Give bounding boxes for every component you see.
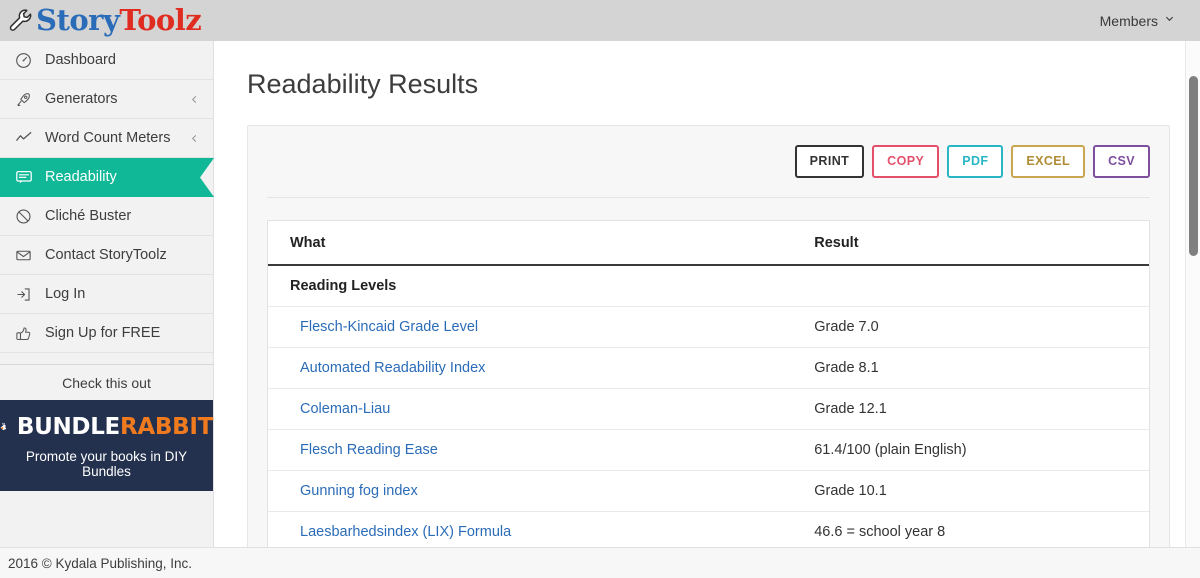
table-row[interactable]: Gunning fog index Grade 10.1 [268, 470, 1149, 512]
members-label: Members [1099, 12, 1158, 29]
metric-name: Coleman-Liau [268, 388, 815, 430]
metric-result: Grade 7.0 [814, 306, 1149, 348]
sidebar: Dashboard Generators Word Count Meters R… [0, 41, 214, 547]
metric-name: Flesch-Kincaid Grade Level [268, 306, 815, 348]
sidebar-item-label: Sign Up for FREE [45, 325, 161, 341]
sidebar-item-sign-up[interactable]: Sign Up for FREE [0, 314, 213, 353]
results-panel: PRINT COPY PDF EXCEL CSV What Result Rea… [247, 125, 1170, 547]
sidebar-item-generators[interactable]: Generators [0, 80, 213, 119]
sidebar-item-label: Cliché Buster [45, 208, 132, 224]
column-header-what: What [268, 220, 815, 266]
metric-link[interactable]: Laesbarhedsindex (LIX) Formula [300, 524, 511, 540]
section-result [814, 264, 1149, 307]
envelope-icon [14, 246, 33, 265]
logo-text-toolz: Toolz [119, 3, 202, 37]
page-title: Readability Results [247, 69, 479, 99]
readability-results-table: What Result Reading Levels Flesch-Kincai… [268, 220, 1149, 547]
metric-result: Grade 10.1 [814, 470, 1149, 512]
sidebar-item-dashboard[interactable]: Dashboard [0, 41, 213, 80]
excel-button[interactable]: EXCEL [1011, 145, 1086, 178]
footer: 2016 © Kydala Publishing, Inc. [0, 547, 1200, 578]
top-bar: StoryToolz Members [0, 0, 1200, 41]
metric-name: Flesch Reading Ease [268, 429, 815, 471]
sidebar-filler [0, 491, 213, 547]
chevron-left-icon [191, 95, 197, 103]
promo-brand: BUNDLERABBIT [0, 414, 213, 440]
metric-result: 61.4/100 (plain English) [814, 429, 1149, 471]
table-row[interactable]: Flesch-Kincaid Grade Level Grade 7.0 [268, 306, 1149, 348]
check-this-out-heading: Check this out [0, 365, 213, 400]
export-button-row: PRINT COPY PDF EXCEL CSV [267, 145, 1150, 178]
promo-tagline: Promote your books in DIY Bundles [25, 449, 188, 479]
sidebar-item-label: Dashboard [45, 52, 116, 68]
chevron-left-icon [191, 134, 197, 142]
chevron-down-icon [1165, 16, 1174, 22]
thumbs-up-icon [14, 324, 33, 343]
section-label: Reading Levels [268, 264, 815, 307]
table-row[interactable]: Automated Readability Index Grade 8.1 [268, 347, 1149, 389]
ban-icon [14, 207, 33, 226]
rocket-icon [14, 90, 33, 109]
members-menu[interactable]: Members [1100, 13, 1174, 29]
sidebar-divider [0, 353, 213, 365]
table-row[interactable]: Flesch Reading Ease 61.4/100 (plain Engl… [268, 429, 1149, 471]
sidebar-item-label: Readability [45, 169, 117, 185]
login-arrow-icon [14, 285, 33, 304]
sidebar-item-label: Contact StoryToolz [45, 247, 167, 263]
metric-link[interactable]: Gunning fog index [300, 483, 418, 499]
metric-name: Laesbarhedsindex (LIX) Formula [268, 511, 815, 547]
table-row: Reading Levels [268, 264, 1149, 307]
rabbit-icon [0, 422, 7, 431]
metric-link[interactable]: Automated Readability Index [300, 360, 485, 376]
copyright-text: 2016 © Kydala Publishing, Inc. [8, 555, 193, 571]
dashboard-gauge-icon [14, 51, 33, 70]
scrollbar-thumb[interactable] [1189, 76, 1198, 256]
results-table-container: What Result Reading Levels Flesch-Kincai… [267, 219, 1150, 547]
vertical-scrollbar[interactable] [1185, 41, 1200, 547]
application-window: StoryToolz Members Dashboard Generators … [0, 0, 1200, 578]
metric-name: Automated Readability Index [268, 347, 815, 389]
promo-banner-bundlerabbit[interactable]: BUNDLERABBIT Promote your books in DIY B… [0, 400, 213, 491]
metric-result: 46.6 = school year 8 [814, 511, 1149, 547]
metric-result: Grade 12.1 [814, 388, 1149, 430]
sidebar-item-label: Log In [45, 286, 86, 302]
metric-link[interactable]: Flesch-Kincaid Grade Level [300, 319, 478, 335]
line-chart-icon [14, 129, 33, 148]
main-content: Readability Results PRINT COPY PDF EXCEL… [214, 41, 1200, 547]
body-region: Dashboard Generators Word Count Meters R… [0, 41, 1200, 547]
table-header-row: What Result [268, 220, 1149, 266]
sidebar-item-contact[interactable]: Contact StoryToolz [0, 236, 213, 275]
promo-word-rabbit: RABBIT [119, 414, 213, 440]
metric-link[interactable]: Coleman-Liau [300, 401, 390, 417]
sidebar-item-log-in[interactable]: Log In [0, 275, 213, 314]
metric-link[interactable]: Flesch Reading Ease [300, 442, 438, 458]
speech-bubble-icon [14, 168, 33, 187]
print-button[interactable]: PRINT [794, 145, 865, 178]
table-row[interactable]: Laesbarhedsindex (LIX) Formula 46.6 = sc… [268, 511, 1149, 547]
sidebar-item-word-count-meters[interactable]: Word Count Meters [0, 119, 213, 158]
wrench-icon [9, 8, 32, 31]
csv-button[interactable]: CSV [1093, 145, 1150, 178]
promo-word-bundle: BUNDLE [16, 414, 120, 440]
sidebar-item-label: Word Count Meters [45, 130, 171, 146]
sidebar-item-label: Generators [45, 91, 118, 107]
table-row[interactable]: Coleman-Liau Grade 12.1 [268, 388, 1149, 430]
sidebar-item-cliche-buster[interactable]: Cliché Buster [0, 197, 213, 236]
sidebar-item-readability[interactable]: Readability [0, 158, 214, 197]
metric-result: Grade 8.1 [814, 347, 1149, 389]
copy-button[interactable]: COPY [872, 145, 940, 178]
pdf-button[interactable]: PDF [947, 145, 1004, 178]
brand-logo[interactable]: StoryToolz [8, 3, 202, 37]
metric-name: Gunning fog index [268, 470, 815, 512]
column-header-result: Result [814, 220, 1149, 266]
logo-text-story: Story [36, 3, 120, 37]
panel-divider [267, 196, 1150, 198]
